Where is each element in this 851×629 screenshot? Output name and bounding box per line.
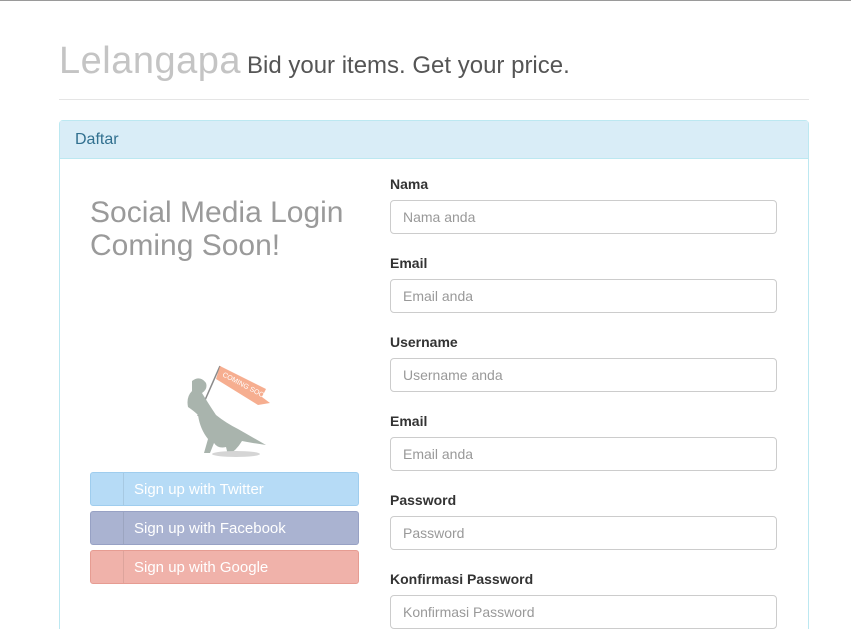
nama-input[interactable] — [390, 200, 777, 234]
form-group-email: Email — [390, 255, 778, 313]
form-group-nama: Nama — [390, 176, 778, 234]
twitter-icon — [91, 473, 124, 505]
top-divider — [0, 0, 851, 1]
twitter-signup-label: Sign up with Twitter — [134, 480, 264, 498]
password-label: Password — [390, 492, 457, 508]
email-2-label: Email — [390, 413, 428, 429]
email-2-input[interactable] — [390, 437, 777, 471]
brand-tagline: Bid your items. Get your price. — [247, 52, 570, 79]
form-group-password: Password — [390, 492, 778, 550]
email-label: Email — [390, 255, 428, 271]
facebook-icon — [91, 512, 124, 544]
password-input[interactable] — [390, 516, 777, 550]
page-header: Lelangapa Bid your items. Get your price… — [59, 40, 809, 100]
twitter-signup-button[interactable]: Sign up with Twitter — [90, 472, 359, 506]
facebook-signup-label: Sign up with Facebook — [134, 519, 286, 537]
dinosaur-coming-soon-image: COMING SOON! — [187, 365, 271, 457]
konfirmasi-password-input[interactable] — [390, 595, 777, 629]
nama-label: Nama — [390, 176, 429, 192]
social-login-title-line1: Social Media Login — [90, 196, 344, 229]
social-login-title: Social Media Login Coming Soon! — [90, 196, 370, 262]
form-group-email-2: Email — [390, 413, 778, 471]
email-input[interactable] — [390, 279, 777, 313]
form-group-konfirmasi-password: Konfirmasi Password — [390, 571, 778, 629]
register-panel: Daftar Social Media Login Coming Soon! C… — [59, 120, 809, 629]
google-icon — [91, 551, 124, 583]
panel-heading: Daftar — [60, 121, 808, 159]
konfirmasi-password-label: Konfirmasi Password — [390, 571, 534, 587]
banner-text: COMING SOON! — [221, 372, 271, 403]
brand-title[interactable]: Lelangapa — [59, 40, 241, 83]
social-login-title-line2: Coming Soon! — [90, 229, 281, 262]
form-group-username: Username — [390, 334, 778, 392]
username-label: Username — [390, 334, 458, 350]
username-input[interactable] — [390, 358, 777, 392]
google-signup-label: Sign up with Google — [134, 558, 269, 576]
facebook-signup-button[interactable]: Sign up with Facebook — [90, 511, 359, 545]
google-signup-button[interactable]: Sign up with Google — [90, 550, 359, 584]
